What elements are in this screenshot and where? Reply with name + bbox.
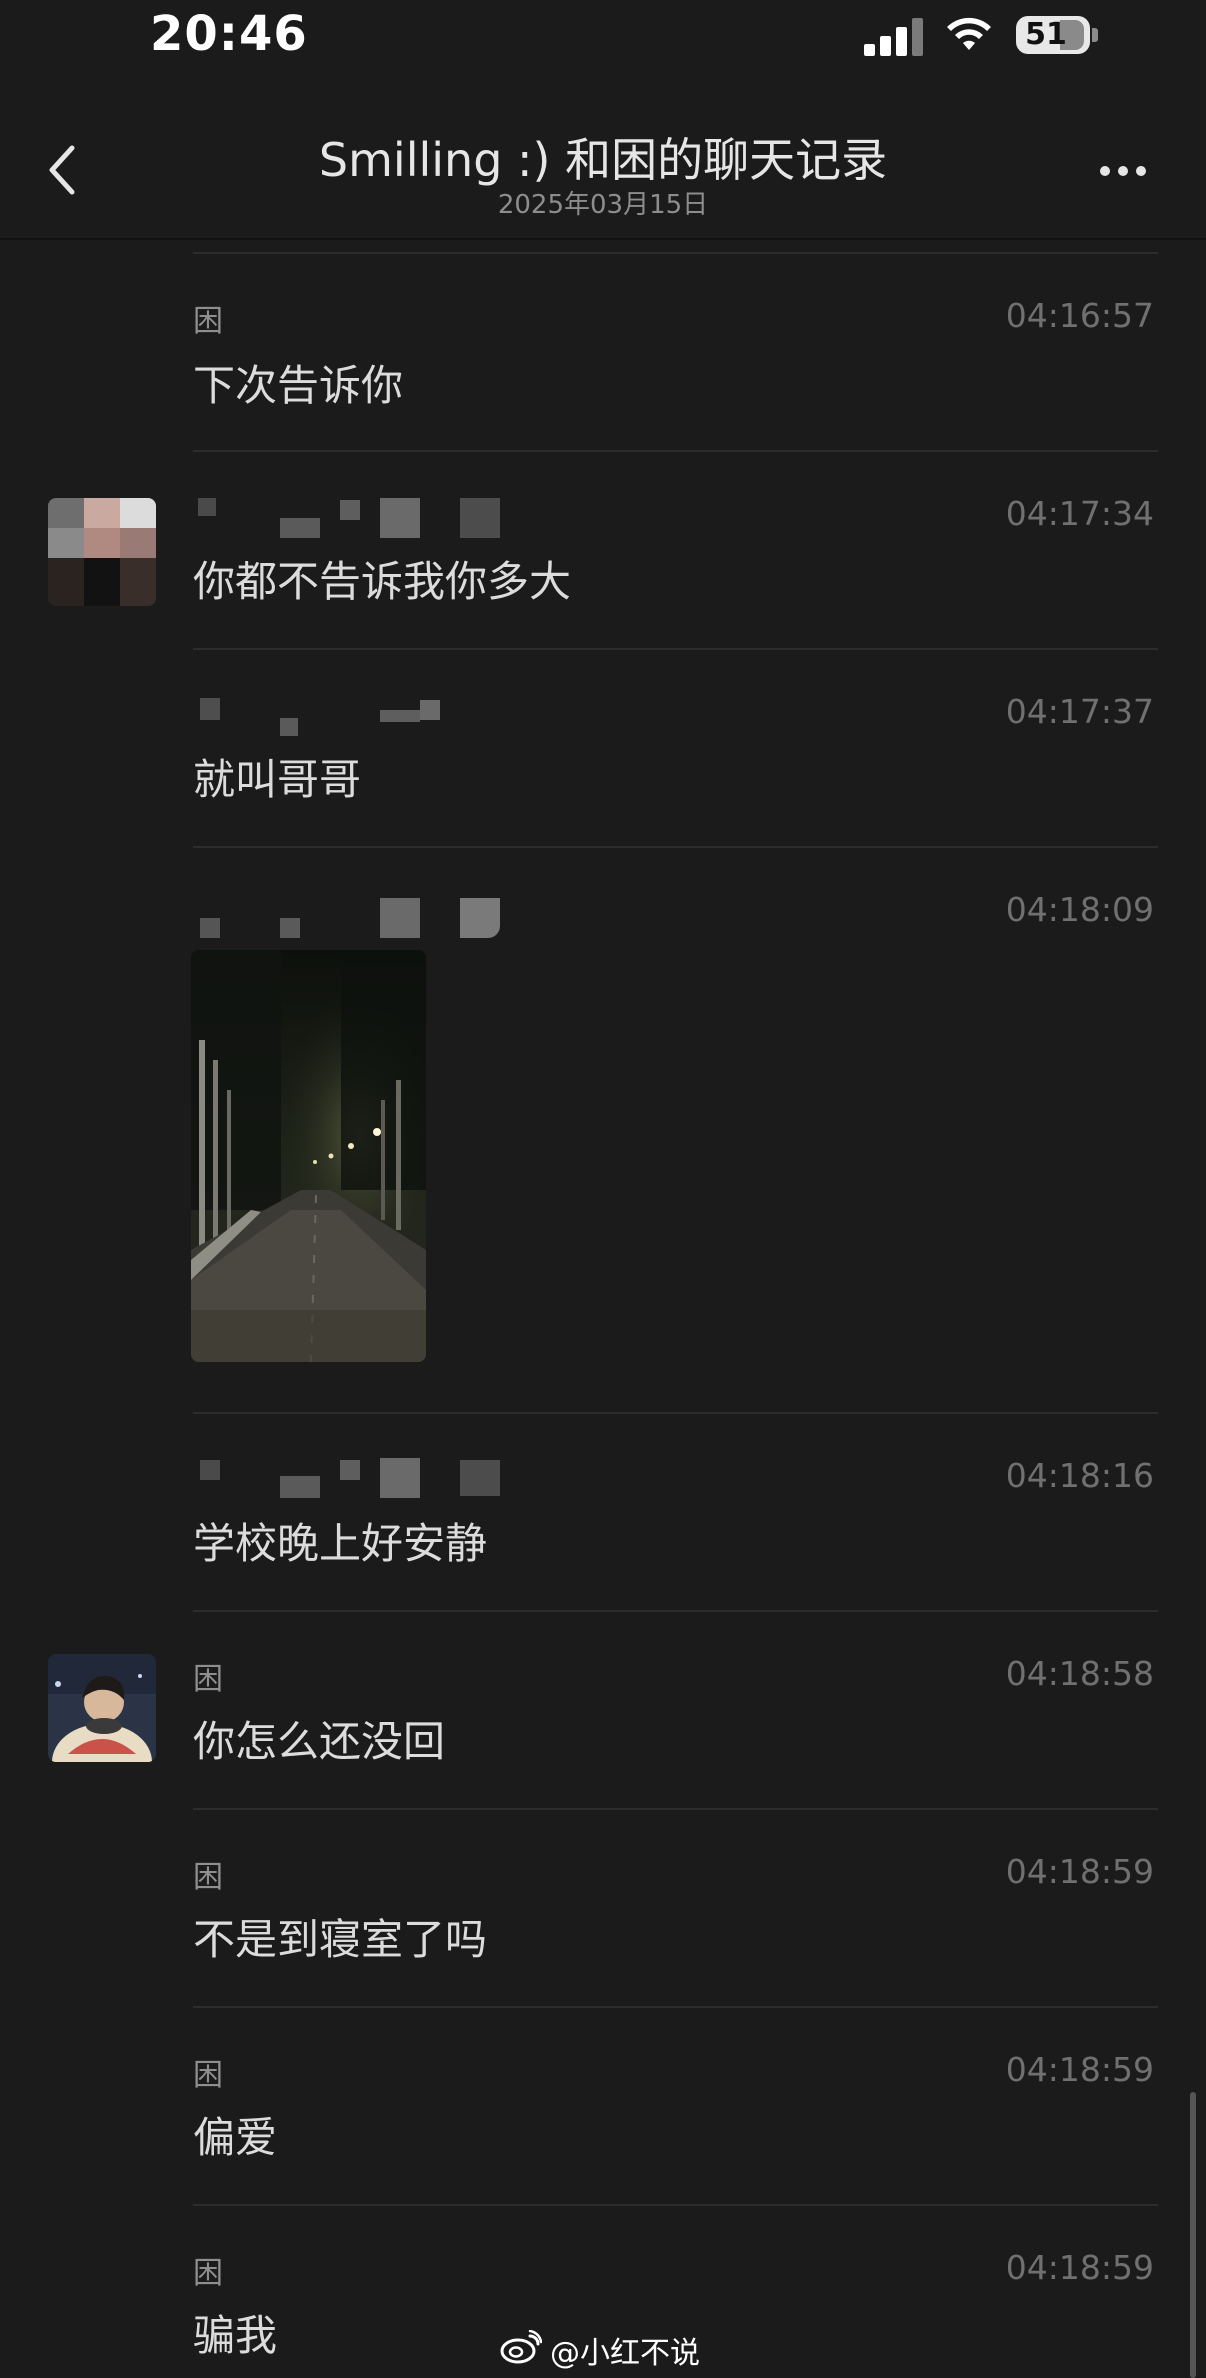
weibo-logo-icon [500, 2330, 542, 2364]
battery-icon: 51 [1016, 16, 1090, 54]
avatar[interactable] [48, 1654, 156, 1762]
message-text: 就叫哥哥 [193, 755, 362, 804]
scrollbar[interactable] [1190, 2092, 1196, 2378]
message-text: 骗我 [193, 2311, 278, 2360]
avatar[interactable] [48, 498, 156, 606]
chat-history-screen: 20:46 51 Smilling :) 和困的聊天记录 2025年03月15日 [0, 0, 1206, 2378]
message-sender: 困 [193, 304, 223, 339]
battery-level: 51 [1025, 17, 1067, 52]
message-time: 04:16:57 [1005, 296, 1154, 335]
message-item[interactable]: 04:17:37 就叫哥哥 [0, 648, 1206, 846]
message-time: 04:18:16 [1005, 1456, 1154, 1495]
message-text: 不是到寝室了吗 [193, 1915, 488, 1964]
nav-header: Smilling :) 和困的聊天记录 2025年03月15日 [0, 110, 1206, 238]
pixelated-name [198, 498, 216, 516]
message-item[interactable]: 困 04:18:58 你怎么还没回 [0, 1610, 1206, 1808]
more-button[interactable] [1092, 160, 1152, 184]
message-sender: 困 [193, 1662, 223, 1697]
message-time: 04:18:59 [1005, 2248, 1154, 2287]
night-road-image [191, 950, 426, 1362]
page-subtitle-date: 2025年03月15日 [497, 190, 709, 220]
message-time: 04:18:59 [1005, 1852, 1154, 1891]
message-item[interactable]: 04:18:16 学校晚上好安静 [0, 1412, 1206, 1610]
message-time: 04:17:34 [1005, 494, 1154, 533]
avatar-photo [48, 1654, 156, 1762]
photo-message-night-road[interactable] [191, 950, 426, 1362]
header-divider [0, 238, 1206, 240]
message-text: 你都不告诉我你多大 [193, 557, 572, 606]
wifi-icon [947, 17, 991, 50]
message-text: 你怎么还没回 [193, 1717, 446, 1766]
message-item[interactable]: 困 04:16:57 下次告诉你 [0, 252, 1206, 450]
message-item[interactable]: 04:17:34 你都不告诉我你多大 [0, 450, 1206, 648]
more-dots-icon [1100, 166, 1110, 176]
message-item[interactable]: 困 04:18:59 不是到寝室了吗 [0, 1808, 1206, 2006]
message-time: 04:18:59 [1005, 2050, 1154, 2089]
status-bar: 20:46 51 [0, 0, 1206, 80]
pixelated-name [200, 1460, 220, 1480]
message-text: 学校晚上好安静 [193, 1519, 488, 1568]
message-sender: 困 [193, 2058, 223, 2093]
message-text: 偏爱 [193, 2113, 278, 2162]
page-title: Smilling :) 和困的聊天记录 [318, 133, 888, 187]
pixelated-name [200, 698, 220, 720]
message-item[interactable]: 04:18:09 [0, 846, 1206, 1412]
message-sender: 困 [193, 2256, 223, 2291]
cellular-signal-icon [864, 18, 924, 56]
battery-tip [1092, 28, 1098, 42]
message-time: 04:18:58 [1005, 1654, 1154, 1693]
message-sender: 困 [193, 1860, 223, 1895]
message-time: 04:17:37 [1005, 692, 1154, 731]
status-time: 20:46 [150, 6, 308, 62]
message-text: 下次告诉你 [193, 361, 404, 410]
message-item[interactable]: 困 04:18:59 偏爱 [0, 2006, 1206, 2204]
watermark-text: @小红不说 [550, 2336, 700, 2371]
message-time: 04:18:09 [1005, 890, 1154, 929]
pixelated-name [200, 918, 220, 938]
